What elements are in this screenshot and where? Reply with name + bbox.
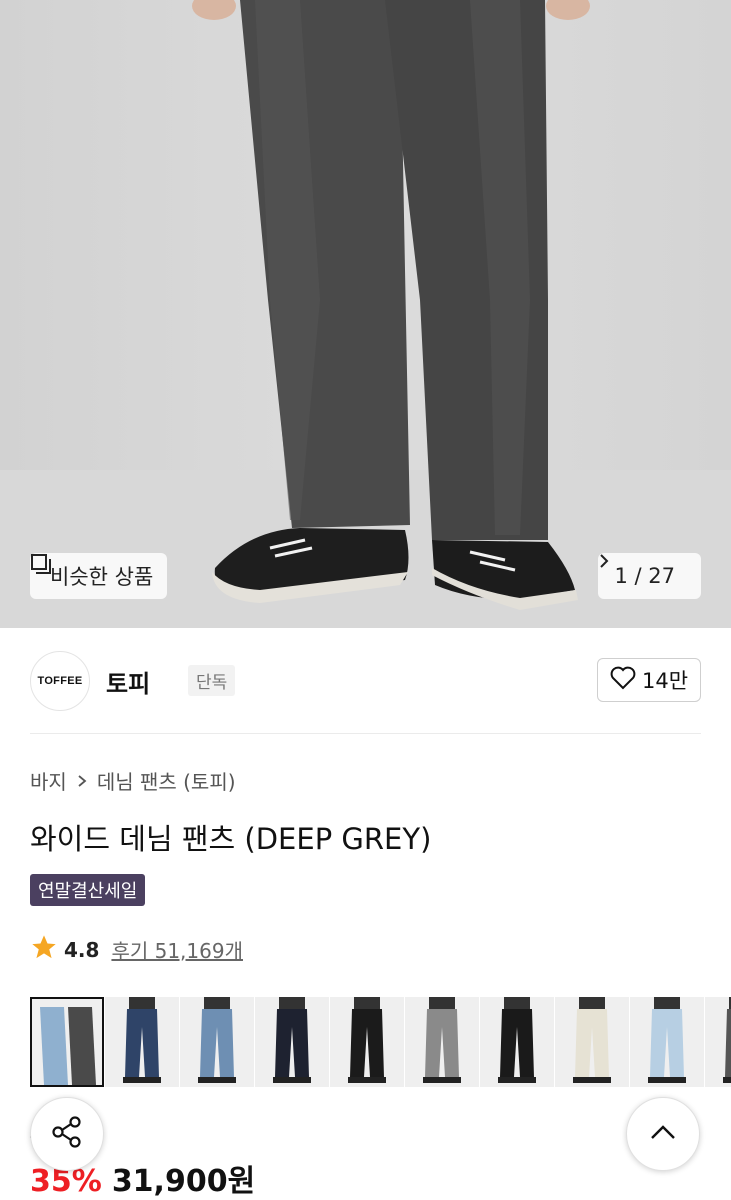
pants-thumbnail-image [573,997,611,1083]
similar-products-label: 비슷한 상품 [50,565,154,589]
color-thumbnail[interactable] [255,997,329,1087]
like-button[interactable]: 14만 [597,658,701,702]
color-thumbnail[interactable] [405,997,479,1087]
rating-score: 4.8 [64,937,100,962]
color-thumbnail[interactable] [480,997,554,1087]
color-thumbnail[interactable] [705,997,731,1087]
color-thumbnail[interactable] [180,997,254,1087]
pants-thumbnail-image [198,997,236,1083]
sale-price: 31,900원 [111,1164,256,1199]
image-counter-button[interactable]: 1 / 27 [598,553,701,599]
share-button[interactable] [30,1097,104,1171]
pants-thumbnail-image [723,997,731,1083]
chevron-up-icon [648,1122,678,1146]
scroll-top-button[interactable] [626,1097,700,1171]
similar-products-button[interactable]: 비슷한 상품 [30,553,168,599]
pants-thumbnail-image [648,997,686,1083]
color-thumbnail[interactable] [105,997,179,1087]
image-counter-text: 1 / 27 [614,564,675,588]
pants-thumbnail-image [273,997,311,1083]
exclusive-tag: 단독 [188,665,236,696]
color-thumbnail[interactable] [330,997,404,1087]
product-image[interactable]: 비슷한 상품 1 / 27 [0,0,731,628]
pants-thumbnail-image [423,997,461,1083]
heart-icon [610,666,636,695]
breadcrumb-category[interactable]: 바지 [30,766,67,795]
color-thumbnail[interactable] [630,997,704,1087]
rating: 4.8 후기 51,169개 [30,933,243,966]
pants-thumbnail-image [40,1007,96,1085]
pants-thumbnail-image [123,997,161,1083]
like-count: 14만 [641,669,689,693]
review-count-link[interactable]: 후기 51,169개 [111,935,243,964]
brand-row: TOFFEE 토피 단독 14만 [30,650,701,712]
breadcrumb-subcategory[interactable]: 데님 팬츠 (토피) [97,766,236,795]
share-icon [49,1114,85,1154]
color-thumbnails [30,997,731,1087]
pants-thumbnail-image [348,997,386,1083]
color-thumbnail[interactable] [30,997,104,1087]
product-title: 와이드 데님 팬츠 (DEEP GREY) [30,822,432,856]
color-thumbnail[interactable] [555,997,629,1087]
pants-thumbnail-image [498,997,536,1083]
brand-name[interactable]: 토피 [106,664,150,699]
divider [30,733,701,734]
brand-logo[interactable]: TOFFEE [30,651,90,711]
product-photo [0,0,731,628]
chevron-right-icon [77,769,87,793]
star-icon [30,933,58,966]
sale-badge: 연말결산세일 [30,874,146,906]
breadcrumb: 바지 데님 팬츠 (토피) [30,766,236,795]
